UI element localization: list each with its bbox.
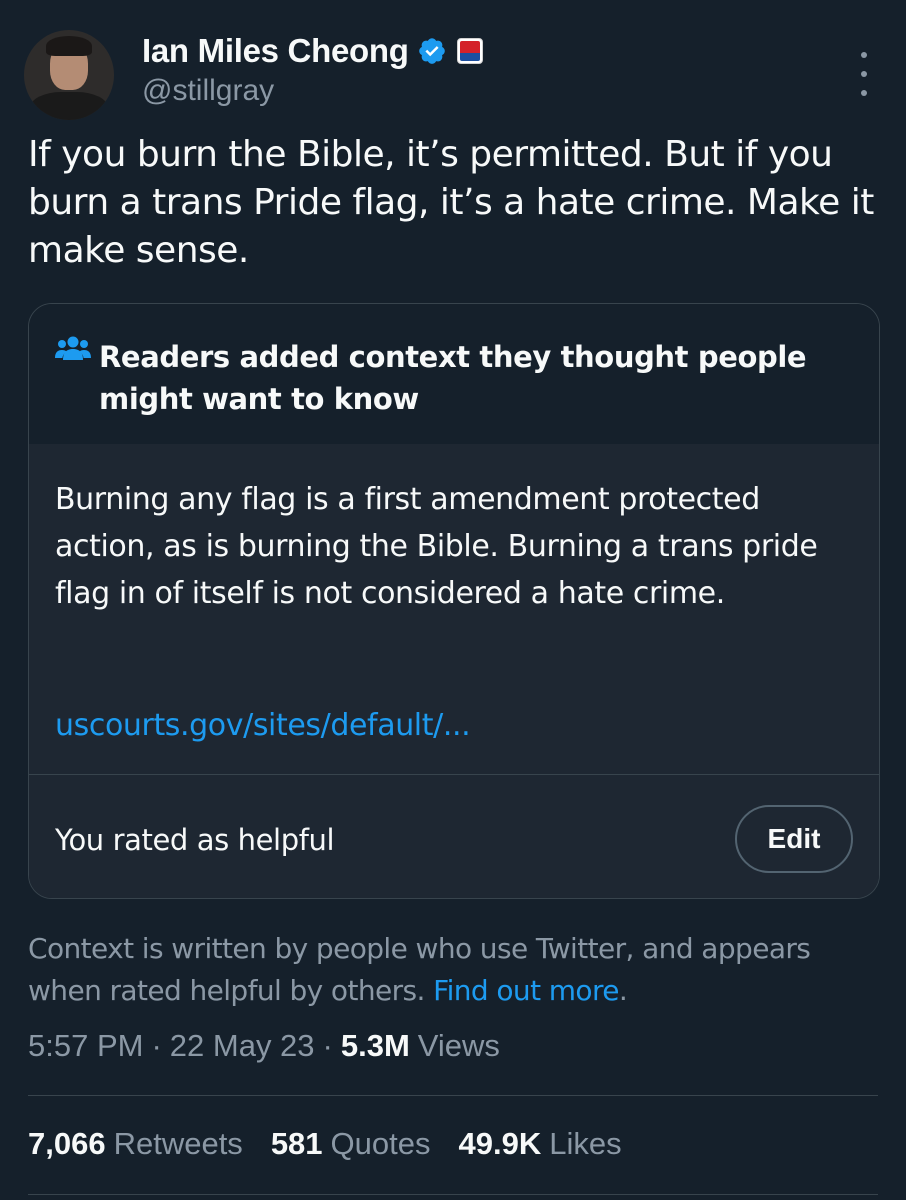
more-options-icon[interactable] bbox=[858, 52, 870, 96]
community-note-title: Readers added context they thought peopl… bbox=[99, 340, 807, 416]
edit-rating-button[interactable]: Edit bbox=[735, 805, 853, 873]
community-note: Readers added context they thought peopl… bbox=[28, 303, 880, 899]
people-group-icon bbox=[55, 334, 91, 364]
author-display-name[interactable]: Ian Miles Cheong bbox=[142, 32, 409, 70]
likes-label: Likes bbox=[549, 1126, 622, 1161]
author-handle[interactable]: @stillgray bbox=[142, 74, 274, 108]
divider bbox=[28, 1095, 878, 1096]
tweet-date[interactable]: 22 May 23 bbox=[170, 1028, 315, 1064]
engagement-stats: 7,066 Retweets 581 Quotes 49.9K Likes bbox=[28, 1126, 622, 1162]
likes-stat[interactable]: 49.9K Likes bbox=[459, 1126, 622, 1162]
disclaimer-trail: . bbox=[618, 974, 628, 1007]
community-note-header: Readers added context they thought peopl… bbox=[29, 304, 879, 444]
more-dot bbox=[861, 90, 867, 96]
separator: · bbox=[151, 1028, 162, 1063]
views-count[interactable]: 5.3M bbox=[341, 1028, 410, 1064]
views-label[interactable]: Views bbox=[418, 1028, 500, 1064]
tweet-header: Ian Miles Cheong @stillgray bbox=[24, 26, 884, 126]
more-dot bbox=[861, 71, 867, 77]
community-note-source-link[interactable]: uscourts.gov/sites/default/... bbox=[55, 708, 471, 743]
quotes-stat[interactable]: 581 Quotes bbox=[271, 1126, 431, 1162]
quotes-count: 581 bbox=[270, 1126, 323, 1161]
divider bbox=[28, 1194, 878, 1195]
retweets-label: Retweets bbox=[113, 1126, 243, 1161]
retweets-stat[interactable]: 7,066 Retweets bbox=[28, 1126, 243, 1162]
separator: · bbox=[322, 1028, 333, 1063]
author-avatar[interactable] bbox=[24, 30, 114, 120]
author-name-row: Ian Miles Cheong bbox=[142, 30, 483, 72]
disclaimer-text: Context is written by people who use Twi… bbox=[28, 932, 811, 1007]
retweets-count: 7,066 bbox=[28, 1126, 106, 1161]
tweet-text: If you burn the Bible, it’s permitted. B… bbox=[28, 134, 874, 271]
tweet-time[interactable]: 5:57 PM bbox=[28, 1028, 143, 1064]
likes-count: 49.9K bbox=[458, 1126, 542, 1161]
community-note-disclaimer: Context is written by people who use Twi… bbox=[28, 928, 878, 1012]
community-note-body: Burning any flag is a first amendment pr… bbox=[29, 444, 879, 774]
rating-status: You rated as helpful bbox=[55, 823, 335, 857]
find-out-more-link[interactable]: Find out more bbox=[433, 974, 619, 1007]
community-note-rating-row: You rated as helpful Edit bbox=[29, 775, 879, 898]
community-note-text: Burning any flag is a first amendment pr… bbox=[55, 482, 818, 611]
verified-badge-icon[interactable] bbox=[417, 36, 447, 66]
more-dot bbox=[861, 52, 867, 58]
quotes-label: Quotes bbox=[330, 1126, 431, 1161]
tweet-metadata: 5:57 PM · 22 May 23 · 5.3M Views bbox=[28, 1028, 500, 1064]
news-affiliate-badge-icon[interactable] bbox=[456, 38, 483, 64]
avatar-body bbox=[30, 92, 108, 120]
affiliate-logo bbox=[459, 41, 480, 61]
avatar-hair bbox=[46, 36, 92, 56]
